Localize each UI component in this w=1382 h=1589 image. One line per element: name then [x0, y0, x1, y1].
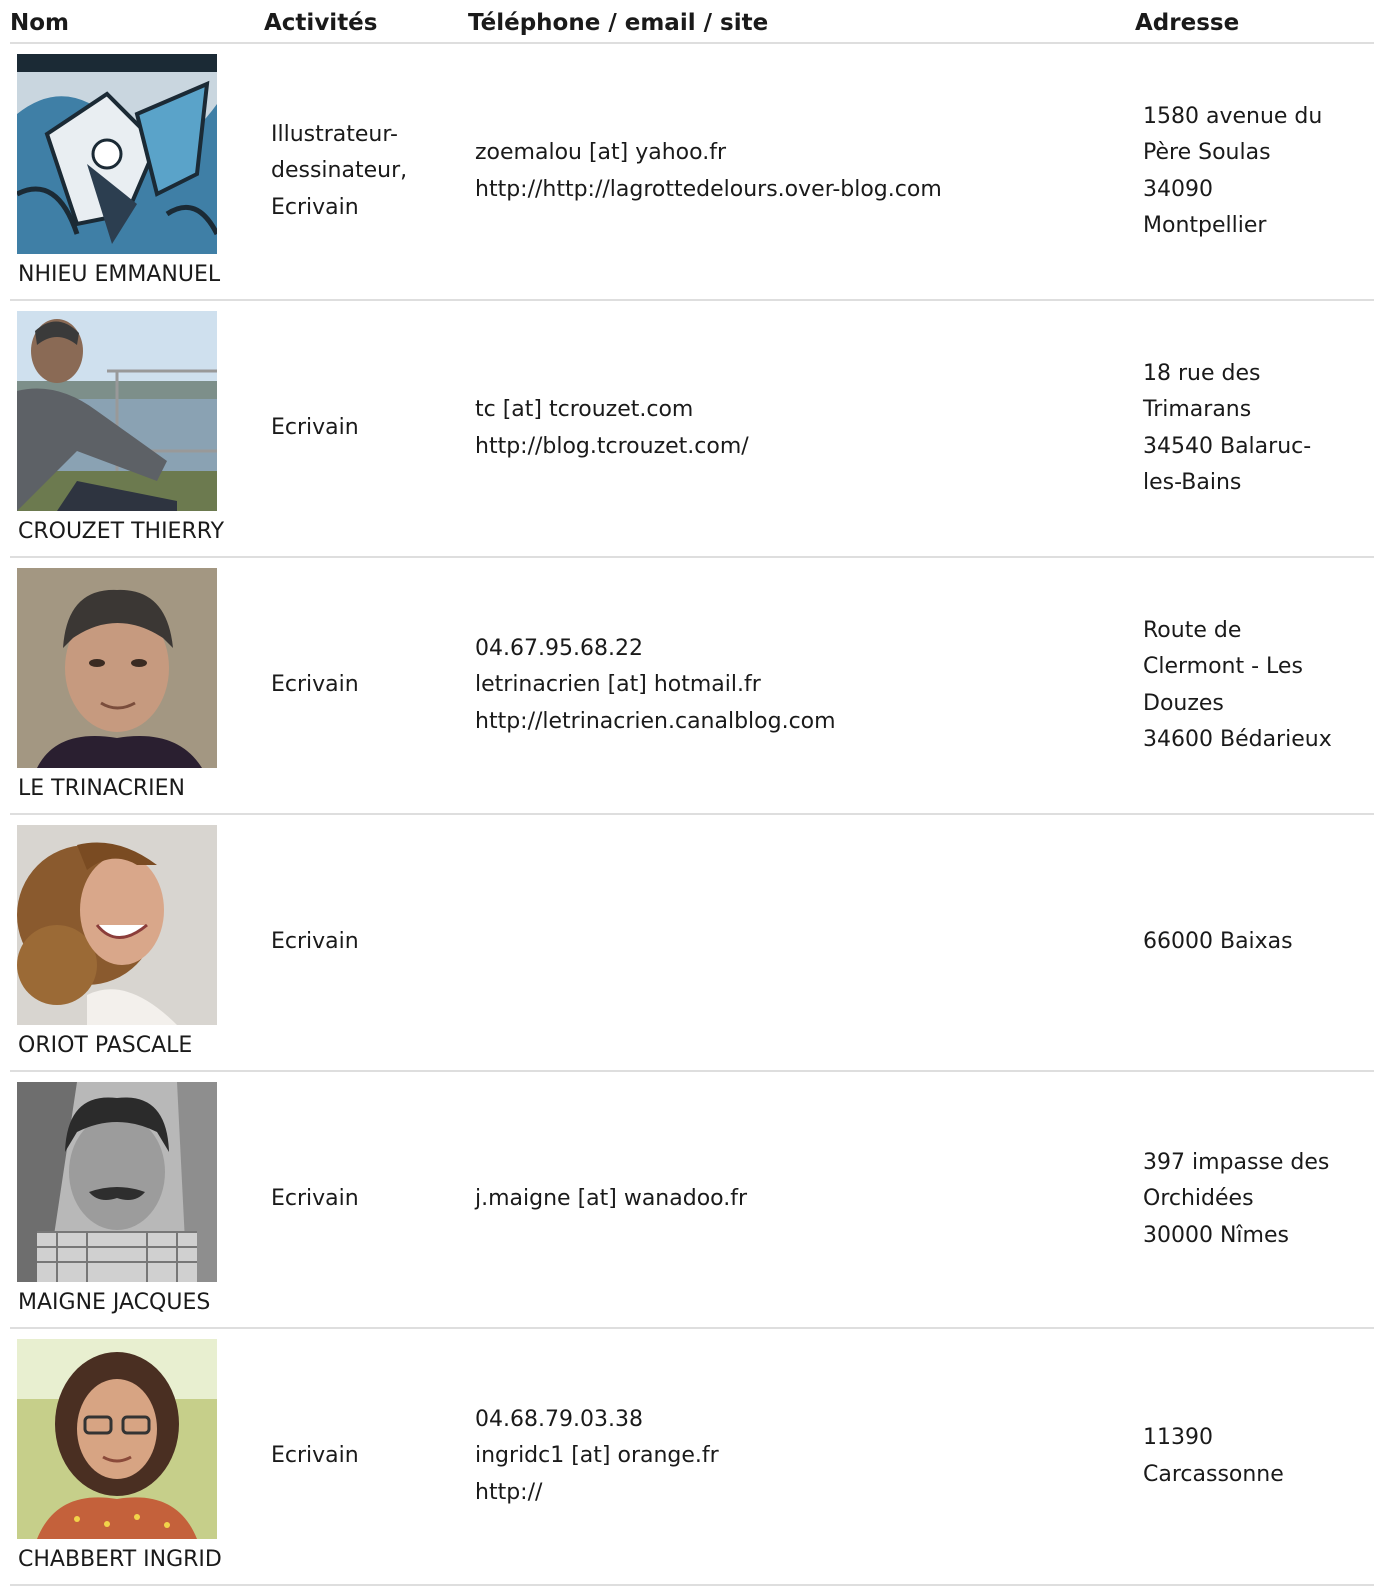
address-cell-line: 11390 — [1143, 1425, 1213, 1450]
address-cell-line: Clermont - Les — [1143, 654, 1303, 679]
author-photo[interactable] — [17, 54, 217, 254]
address-cell-line: 34090 — [1143, 176, 1213, 202]
address-cell-line: Trimarans — [1143, 397, 1252, 422]
authors-table: Nom Activités Téléphone / email / site A… — [10, 0, 1374, 1586]
address-cell-line: 34600 Bédarieux — [1143, 727, 1332, 752]
author-photo[interactable] — [17, 825, 217, 1025]
author-photo[interactable] — [17, 568, 217, 768]
activity-cell: Ecrivain — [271, 1072, 451, 1327]
contact-cell: zoemalou [at] yahoo.fr http://http://lagr… — [475, 44, 1115, 299]
address-cell: 66000 Baixas — [1143, 815, 1368, 1070]
address-cell-line: Orchidées — [1143, 1186, 1254, 1212]
activity-cell-line: Illustrateur- — [271, 121, 398, 147]
address-cell-line: 30000 Nîmes — [1143, 1222, 1289, 1248]
address-cell-line: Douzes — [1143, 690, 1224, 716]
address-cell-line: 34540 Balaruc- — [1143, 433, 1312, 459]
contact-cell-line: 04.67.95.68.22 — [475, 635, 643, 661]
author-name: CROUZET THIERRY — [18, 519, 225, 544]
column-header-contact: Téléphone / email / site — [468, 10, 769, 36]
activity-cell: Ecrivain — [271, 815, 451, 1070]
contact-cell: tc [at] tcrouzet.com http://blog.tcrouzet… — [475, 301, 1115, 556]
website-link[interactable]: http://http://lagrottedelours.over-blog.… — [475, 172, 1115, 209]
address-cell: 397 impasse des Orchidées 30000 Nîmes — [1143, 1072, 1368, 1327]
activity-cell-line: Ecrivain — [271, 672, 359, 698]
address-cell-line: Carcassonne — [1143, 1461, 1284, 1487]
column-header-adresse: Adresse — [1135, 10, 1240, 36]
email-link[interactable]: ingridc1 [at] orange.fr — [475, 1438, 1115, 1475]
activity-cell-line: dessinateur, — [271, 158, 408, 184]
activity-cell-line: Ecrivain — [271, 415, 359, 441]
address-cell-line: les-Bains — [1143, 470, 1242, 495]
author-photo[interactable] — [17, 311, 217, 511]
column-header-nom: Nom — [10, 10, 70, 36]
address-cell-line: 1580 avenue du — [1143, 103, 1323, 129]
contact-cell: 04.67.95.68.22 letrinacrien [at] hotmail.… — [475, 558, 1115, 813]
author-name: ORIOT PASCALE — [18, 1033, 193, 1058]
author-name: LE TRINACRIEN — [18, 776, 185, 801]
email-link[interactable]: tc [at] tcrouzet.com — [475, 392, 1115, 429]
address-cell-line: Route de — [1143, 617, 1242, 643]
activity-cell: Ecrivain — [271, 301, 451, 556]
table-body: NHIEU EMMANUEL Illustrateur-dessinateur, E… — [10, 44, 1374, 1586]
activity-cell-line: Ecrivain — [271, 1186, 359, 1212]
website-link[interactable]: http://blog.tcrouzet.com/ — [475, 429, 1115, 466]
contact-cell: j.maigne [at] wanadoo.fr — [475, 1072, 1115, 1327]
table-row: CROUZET THIERRY Ecrivain tc [at] tcrouzet.… — [10, 301, 1374, 558]
address-cell: 18 rue des Trimarans 34540 Balaruc-les-Bai… — [1143, 301, 1368, 556]
address-cell: 1580 avenue du Père Soulas 34090 Montpellie… — [1143, 44, 1368, 299]
table-row: NHIEU EMMANUEL Illustrateur-dessinateur, E… — [10, 44, 1374, 301]
author-name: NHIEU EMMANUEL — [18, 262, 221, 287]
address-cell-line: 18 rue des — [1143, 360, 1261, 386]
activity-cell: Ecrivain — [271, 1329, 451, 1584]
activity-cell-line: Ecrivain — [271, 194, 359, 220]
email-link[interactable]: j.maigne [at] wanadoo.fr — [475, 1181, 1115, 1218]
contact-cell-line: 04.68.79.03.38 — [475, 1406, 643, 1432]
address-cell-line: Père Soulas — [1143, 140, 1271, 165]
website-link[interactable]: http:// — [475, 1475, 1115, 1512]
author-photo[interactable] — [17, 1082, 217, 1282]
table-row: LE TRINACRIEN Ecrivain 04.67.95.68.22 letri… — [10, 558, 1374, 815]
table-row: MAIGNE JACQUES Ecrivain j.maigne [at] wana… — [10, 1072, 1374, 1329]
activity-cell: Illustrateur-dessinateur, Ecrivain — [271, 44, 451, 299]
table-row: ORIOT PASCALE Ecrivain 66000 Baixas — [10, 815, 1374, 1072]
author-photo[interactable] — [17, 1339, 217, 1539]
column-header-activites: Activités — [264, 10, 378, 36]
activity-cell-line: Ecrivain — [271, 929, 359, 955]
address-cell-line: Montpellier — [1143, 213, 1267, 238]
table-row: CHABBERT INGRID Ecrivain 04.68.79.03.38 ing… — [10, 1329, 1374, 1586]
address-cell-line: 397 impasse des — [1143, 1149, 1330, 1175]
author-name: CHABBERT INGRID — [18, 1547, 222, 1572]
table-header: Nom Activités Téléphone / email / site A… — [10, 0, 1374, 44]
email-link[interactable]: zoemalou [at] yahoo.fr — [475, 135, 1115, 172]
email-link[interactable]: letrinacrien [at] hotmail.fr — [475, 667, 1115, 704]
contact-cell: 04.68.79.03.38 ingridc1 [at] orange.fr htt… — [475, 1329, 1115, 1584]
activity-cell: Ecrivain — [271, 558, 451, 813]
website-link[interactable]: http://letrinacrien.canalblog.com — [475, 704, 1115, 741]
author-name: MAIGNE JACQUES — [18, 1290, 211, 1315]
address-cell: Route de Clermont - Les Douzes 34600 Bédari… — [1143, 558, 1368, 813]
activity-cell-line: Ecrivain — [271, 1443, 359, 1469]
contact-cell — [475, 815, 1115, 1070]
address-cell-line: 66000 Baixas — [1143, 929, 1293, 955]
address-cell: 11390 Carcassonne — [1143, 1329, 1368, 1584]
